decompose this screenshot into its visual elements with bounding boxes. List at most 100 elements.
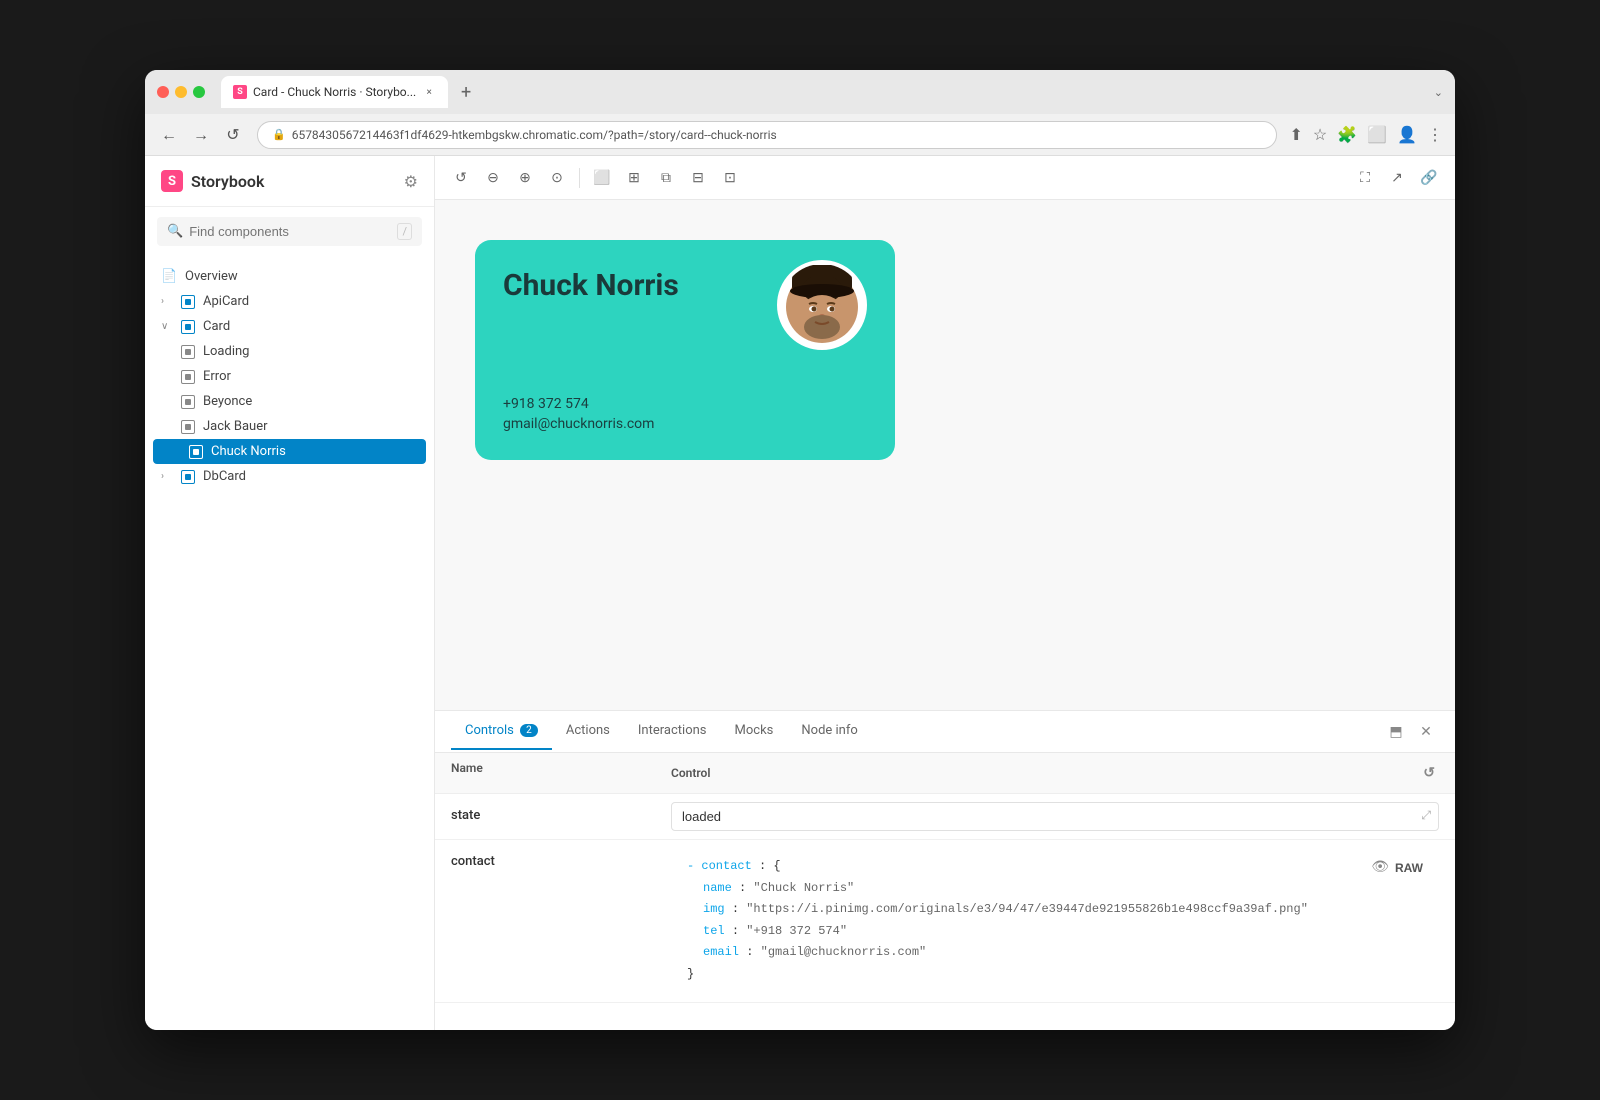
json-line-contact: - contact : { xyxy=(687,856,1423,878)
measure-button[interactable]: ⊟ xyxy=(684,164,712,192)
sidebar-title: Storybook xyxy=(191,172,264,191)
search-box[interactable]: 🔍 / xyxy=(157,217,422,246)
tab-controls[interactable]: Controls 2 xyxy=(451,713,552,750)
single-frame-button[interactable]: ⬜ xyxy=(588,164,616,192)
sidebar-header: S Storybook ⚙ xyxy=(145,156,434,207)
tab-label: Interactions xyxy=(638,723,707,738)
card-name: Chuck Norris xyxy=(503,268,679,303)
sidebar-item-apicard[interactable]: › ApiCard xyxy=(145,289,434,314)
toolbar-separator xyxy=(579,168,580,188)
new-tab-button[interactable]: + xyxy=(452,78,480,106)
document-icon: 📄 xyxy=(161,269,177,284)
toolbar-right: ⛶ ↗ 🔗 xyxy=(1351,164,1443,192)
panel-tab-actions: ⬒ ✕ xyxy=(1383,719,1439,745)
sidebar-item-label: Jack Bauer xyxy=(203,419,268,434)
profile-icon[interactable]: 👤 xyxy=(1397,125,1417,144)
tab-nodeinfo[interactable]: Node info xyxy=(787,713,871,750)
sidebar-item-label: Beyonce xyxy=(203,394,252,409)
sidebar-item-label: Error xyxy=(203,369,231,384)
layout-icon[interactable]: ⬒ xyxy=(1383,719,1409,745)
refresh-button[interactable]: ↺ xyxy=(221,123,245,147)
col-header-control: Control ↺ xyxy=(671,761,1439,785)
json-line-name: name : "Chuck Norris" xyxy=(687,878,1423,900)
story-icon xyxy=(181,345,195,359)
copy-link-button[interactable]: 🔗 xyxy=(1415,164,1443,192)
browser-tab[interactable]: S Card - Chuck Norris · Storybo... × xyxy=(221,76,448,108)
extensions-icon[interactable]: 🧩 xyxy=(1337,125,1357,144)
sidebar-item-beyonce[interactable]: Beyonce xyxy=(145,389,434,414)
refresh-story-button[interactable]: ↺ xyxy=(447,164,475,192)
sidebar-item-loading[interactable]: Loading xyxy=(145,339,434,364)
canvas-area: Chuck Norris xyxy=(435,200,1455,710)
json-line-img: img : "https://i.pinimg.com/originals/e3… xyxy=(687,899,1423,921)
grid-view-button[interactable]: ⊞ xyxy=(620,164,648,192)
card-avatar xyxy=(777,260,867,350)
control-name-state: state xyxy=(451,802,671,823)
eye-icon[interactable]: 👁 xyxy=(1371,856,1389,881)
forward-button[interactable]: → xyxy=(189,123,213,147)
tab-label: Controls xyxy=(465,723,514,738)
tab-interactions[interactable]: Interactions xyxy=(624,713,721,750)
search-shortcut: / xyxy=(397,223,412,240)
panel-tabs: Controls 2 Actions Interactions Mocks No… xyxy=(435,711,1455,753)
search-input[interactable] xyxy=(189,224,391,239)
component-icon xyxy=(181,320,195,334)
menu-icon[interactable]: ⋮ xyxy=(1427,125,1443,144)
json-line-email: email : "gmail@chucknorris.com" xyxy=(687,942,1423,964)
outline-button[interactable]: ⊡ xyxy=(716,164,744,192)
close-panel-button[interactable]: ✕ xyxy=(1413,719,1439,745)
sidebar-item-card[interactable]: ∨ Card xyxy=(145,314,434,339)
address-bar: ← → ↺ 🔒 6578430567214463f1df4629-htkembg… xyxy=(145,114,1455,156)
sidebar-item-jackbauer[interactable]: Jack Bauer xyxy=(145,414,434,439)
bookmark-icon[interactable]: ☆ xyxy=(1313,125,1327,144)
col-header-name: Name xyxy=(451,761,671,785)
minimize-button[interactable] xyxy=(175,86,187,98)
zoom-in-button[interactable]: ⊕ xyxy=(511,164,539,192)
open-new-button[interactable]: ↗ xyxy=(1383,164,1411,192)
traffic-lights xyxy=(157,86,205,98)
card-email: gmail@chucknorris.com xyxy=(503,416,867,432)
raw-button[interactable]: RAW xyxy=(1395,858,1423,880)
sidebar-item-label: ApiCard xyxy=(203,294,249,309)
copy-button[interactable]: ⧉ xyxy=(652,164,680,192)
zoom-out-button[interactable]: ⊖ xyxy=(479,164,507,192)
sidebar-item-label: DbCard xyxy=(203,469,246,484)
sidebar-logo: S Storybook xyxy=(161,170,264,192)
sidebar-item-dbcard[interactable]: › DbCard xyxy=(145,464,434,489)
close-button[interactable] xyxy=(157,86,169,98)
reading-mode-icon[interactable]: ⬜ xyxy=(1367,125,1387,144)
story-icon xyxy=(189,445,203,459)
zoom-reset-button[interactable]: ⊙ xyxy=(543,164,571,192)
raw-controls: 👁 RAW xyxy=(1371,856,1423,881)
bottom-panel: Controls 2 Actions Interactions Mocks No… xyxy=(435,710,1455,1030)
avatar-image xyxy=(782,265,862,345)
browser-actions: ⬆ ☆ 🧩 ⬜ 👤 ⋮ xyxy=(1289,125,1443,144)
tab-favicon: S xyxy=(233,85,247,99)
card-bottom: +918 372 574 gmail@chucknorris.com xyxy=(475,396,895,460)
story-toolbar: ↺ ⊖ ⊕ ⊙ ⬜ ⊞ ⧉ ⊟ ⊡ ⛶ ↗ 🔗 xyxy=(435,156,1455,200)
back-button[interactable]: ← xyxy=(157,123,181,147)
sidebar-item-overview[interactable]: 📄 Overview xyxy=(145,264,434,289)
settings-icon[interactable]: ⚙ xyxy=(404,172,418,191)
fullscreen-button[interactable]: ⛶ xyxy=(1351,164,1379,192)
tab-label: Actions xyxy=(566,723,610,738)
sidebar: S Storybook ⚙ 🔍 / 📄 Overview › xyxy=(145,156,435,1030)
expand-icon: ⤢ xyxy=(1421,808,1431,823)
sidebar-item-label: Card xyxy=(203,319,230,334)
sidebar-item-chucknorris[interactable]: Chuck Norris xyxy=(153,439,426,464)
sidebar-item-label: Chuck Norris xyxy=(211,444,286,459)
sidebar-item-label: Loading xyxy=(203,344,249,359)
share-icon[interactable]: ⬆ xyxy=(1289,125,1302,144)
storybook-icon: S xyxy=(161,170,183,192)
json-line-tel: tel : "+918 372 574" xyxy=(687,921,1423,943)
state-input[interactable] xyxy=(671,802,1439,831)
lock-icon: 🔒 xyxy=(272,128,286,141)
sidebar-item-error[interactable]: Error xyxy=(145,364,434,389)
maximize-button[interactable] xyxy=(193,86,205,98)
reset-button[interactable]: ↺ xyxy=(1419,761,1439,785)
tab-actions[interactable]: Actions xyxy=(552,713,624,750)
tab-close-button[interactable]: × xyxy=(422,85,436,99)
tab-mocks[interactable]: Mocks xyxy=(721,713,788,750)
address-input[interactable]: 🔒 6578430567214463f1df4629-htkembgskw.ch… xyxy=(257,121,1277,149)
chevron-right-icon: › xyxy=(161,471,173,482)
